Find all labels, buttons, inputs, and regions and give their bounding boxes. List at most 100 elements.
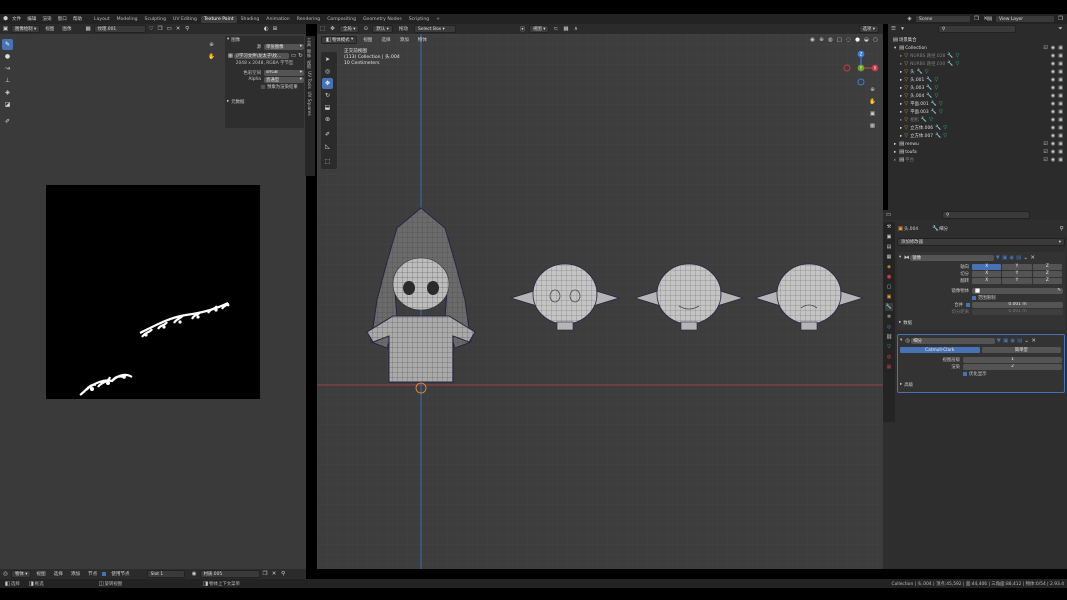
side-tab-view[interactable]: 视图 (307, 60, 312, 68)
character-model[interactable] (357, 202, 497, 398)
add-workspace-button[interactable]: + (433, 16, 443, 23)
gizmo-toggle-icon[interactable]: ⊕ (818, 36, 825, 43)
copy-icon[interactable]: ❐ (262, 571, 269, 578)
pin-icon[interactable]: ⚲ (1058, 226, 1065, 233)
annotate-tool[interactable]: ✐ (2, 116, 13, 127)
add-cube-tool[interactable]: ⬚ (322, 156, 333, 167)
texture-canvas[interactable] (46, 185, 260, 399)
pivot-icon[interactable]: ⊙ (362, 26, 369, 33)
move-tool[interactable]: ✥ (322, 78, 333, 89)
menu-add[interactable]: 添加 (68, 571, 83, 577)
eye-icon[interactable]: ◉ (1051, 125, 1055, 131)
object-tab-icon[interactable]: ▣ (885, 293, 893, 301)
simple-button[interactable]: 简单型 (981, 347, 1061, 353)
clone-tool[interactable]: ⊥ (2, 75, 13, 86)
menu-render[interactable]: 渲染 (39, 16, 54, 22)
display-mode-icon[interactable]: ▾ (899, 26, 906, 33)
checkbox-icon[interactable]: ☑ (1043, 141, 1047, 147)
wireframe-shading-icon[interactable]: ◌ (845, 36, 852, 43)
edit-mode-icon[interactable]: ▼ (994, 254, 1001, 261)
constraints-tab-icon[interactable]: ⛓ (885, 333, 893, 341)
draw-brush-tool[interactable]: ✎ (2, 39, 13, 50)
mirror-axis-y[interactable]: Y (1002, 263, 1032, 270)
editor-type-icon[interactable]: ☰ (890, 26, 897, 33)
zoom-icon[interactable]: ⊕ (208, 41, 215, 48)
copy-icon[interactable]: ❐ (1057, 16, 1064, 23)
camera-icon[interactable]: ▣ (1058, 141, 1063, 147)
add-modifier-button[interactable]: 添加修改器 ▾ (897, 238, 1065, 246)
menu-object[interactable]: 物体 (415, 37, 430, 43)
camera-icon[interactable]: ▣ (1058, 101, 1063, 107)
fake-user-icon[interactable]: ♡ (148, 26, 155, 33)
premultiply-checkbox[interactable] (261, 84, 265, 89)
rotate-tool[interactable]: ↻ (322, 90, 333, 101)
menu-help[interactable]: 帮助 (70, 16, 85, 22)
bisect-axis-y[interactable]: Y (1002, 270, 1032, 277)
particles-tab-icon[interactable]: ✲ (885, 313, 893, 321)
measure-tool[interactable]: ◺ (322, 141, 333, 152)
output-tab-icon[interactable]: ▤ (885, 243, 893, 251)
hand-pan-icon[interactable]: ✋ (208, 53, 215, 60)
merge-distance-field[interactable]: 0.001 m (972, 301, 1063, 308)
data-tab-icon[interactable]: ▽ (885, 343, 893, 351)
view-layer-field[interactable]: View Layer (995, 15, 1055, 23)
outliner-object-row[interactable]: ▸ ▽ 头.003 🔧 ▽ ◉ ▣ (888, 84, 1067, 92)
head-model-2[interactable] (635, 250, 743, 332)
xray-icon[interactable]: ▢ (836, 36, 843, 43)
slot-dropdown[interactable]: Slot 1 (146, 570, 185, 578)
eye-icon[interactable]: ◉ (1051, 61, 1055, 67)
properties-search[interactable]: ⚲ (942, 211, 1030, 219)
scene-collection-row[interactable]: ▤ 场景集合 (888, 36, 1067, 44)
viewport-area[interactable]: ⬚ ✥ 全局 ▾ ⊙ 默认 ▾ 拖动 Select Box ▾ ⦿ 视图 ▾ ⊂… (317, 24, 883, 569)
annotate-tool[interactable]: ✐ (322, 129, 333, 140)
mirror-object-field[interactable]: ■ ✎ (972, 287, 1063, 294)
tab-rendering[interactable]: Rendering (294, 16, 323, 23)
colorspace-dropdown[interactable]: sRGB ▾ (264, 69, 304, 76)
menu-select[interactable]: 选择 (51, 571, 66, 577)
modifier-tab-icon[interactable]: 🔧 (885, 303, 893, 311)
camera-toggle-icon[interactable]: ▤ (1015, 254, 1022, 261)
subsurf-name-field[interactable]: 细分 (911, 337, 996, 344)
select-tool[interactable]: ➤ (322, 54, 333, 65)
texture-tab-icon[interactable]: ▦ (885, 363, 893, 371)
render-levels-field[interactable]: 2 (963, 363, 1062, 370)
outliner-search[interactable]: ⚲ (938, 25, 1016, 33)
render-tab-icon[interactable]: ▣ (885, 233, 893, 241)
reload-icon[interactable]: ↻ (297, 52, 304, 59)
transform-icon[interactable]: ✥ (329, 26, 336, 33)
mirror-axis-z[interactable]: Z (1032, 263, 1062, 270)
outliner-object-row[interactable]: ▸ ▽ 平面.003 🔧 ▽ ◉ ▣ (888, 108, 1067, 116)
camera-icon[interactable]: ▣ (1058, 149, 1063, 155)
outliner-object-row[interactable]: ▸ ▽ 头.001 🔧 ▽ ◉ ▣ (888, 76, 1067, 84)
eye-icon[interactable]: ◉ (1051, 85, 1055, 91)
blender-logo-icon[interactable]: ⬢ (2, 16, 9, 23)
menu-view[interactable]: 视图 (33, 571, 48, 577)
menu-view[interactable]: 视图 (42, 26, 57, 32)
checkbox-icon[interactable]: ☑ (1043, 157, 1047, 163)
options-dropdown[interactable]: 选项 ▾ (858, 25, 879, 33)
checkbox-icon[interactable]: ☑ (1043, 45, 1047, 51)
chevron-down-icon[interactable]: ⌄ (1023, 337, 1030, 344)
image-section-header[interactable]: ▾ 图像 (225, 36, 304, 43)
outliner-object-row[interactable]: ▸ ▽ 平面.001 🔧 ▽ ◉ ▣ (888, 100, 1067, 108)
side-tab-uv-squares[interactable]: UV Squares (307, 91, 312, 115)
material-tab-icon[interactable]: ◍ (885, 353, 893, 361)
outliner-object-row[interactable]: ▸ ▽ 头 🔧 ▽ ◉ ▣ (888, 68, 1067, 76)
select-box-dropdown[interactable]: Select Box ▾ (414, 25, 457, 33)
pin-icon[interactable]: ⚲ (184, 26, 191, 33)
grid-ortho-icon[interactable]: ▦ (869, 122, 876, 129)
fill-tool[interactable]: ◈ (2, 87, 13, 98)
object-mode-dropdown[interactable]: ◧ 物体模式 ▾ (321, 35, 358, 44)
clipping-checkbox[interactable] (972, 295, 976, 300)
tab-animation[interactable]: Animation (263, 16, 292, 23)
tab-texture-paint[interactable]: Texture Paint (200, 15, 237, 23)
eye-icon[interactable]: ◉ (1051, 133, 1055, 139)
world-tab-icon[interactable]: ● (885, 273, 893, 281)
scale-tool[interactable]: ⬓ (322, 102, 333, 113)
outliner-object-row[interactable]: ▸ ▽ 头.004 🔧 ▽ ◉ ▣ (888, 92, 1067, 100)
camera-icon[interactable]: ▣ (1058, 117, 1063, 123)
menu-view[interactable]: 视图 (360, 37, 375, 43)
tab-geometry-nodes[interactable]: Geometry Nodes (360, 16, 405, 23)
eye-icon[interactable]: ◉ (1051, 141, 1055, 147)
editor-type-icon[interactable]: ⬚ (319, 26, 326, 33)
